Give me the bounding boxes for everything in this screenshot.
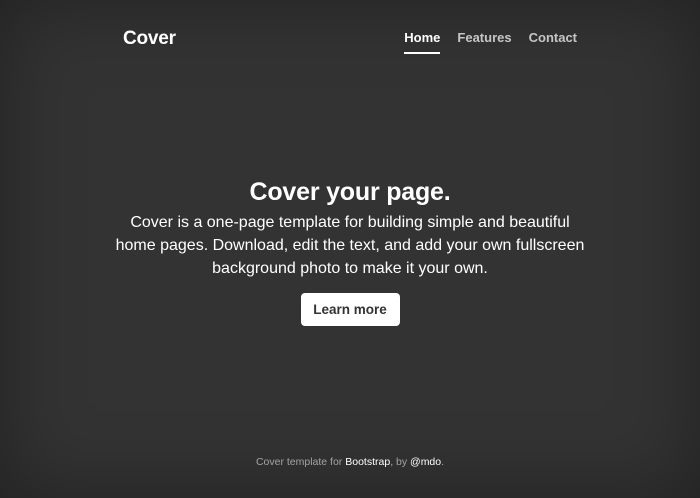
footer-prefix: Cover template for <box>255 456 346 468</box>
footer-suffix: . <box>441 456 445 468</box>
brand-title: Cover <box>123 28 176 49</box>
cover-page: Cover Home Features Contact Cover your p… <box>0 0 700 498</box>
author-link[interactable]: @mdo <box>410 456 441 468</box>
nav-link-contact[interactable]: Contact <box>529 30 577 54</box>
cover-heading: Cover your page. <box>249 178 451 206</box>
nav-link-home[interactable]: Home <box>404 30 441 54</box>
masthead: Cover Home Features Contact <box>123 26 577 56</box>
footer-middle: , by <box>390 456 411 468</box>
bootstrap-link[interactable]: Bootstrap <box>345 456 390 468</box>
learn-more-button[interactable]: Learn more <box>300 293 400 326</box>
cover-content: Cover your page. Cover is a one-page tem… <box>110 177 590 326</box>
footer: Cover template for Bootstrap, by @mdo. <box>0 456 700 468</box>
lead-text: Cover is a one-page template for buildin… <box>115 214 585 277</box>
main-nav: Home Features Contact <box>404 30 577 54</box>
nav-link-features[interactable]: Features <box>457 30 511 54</box>
